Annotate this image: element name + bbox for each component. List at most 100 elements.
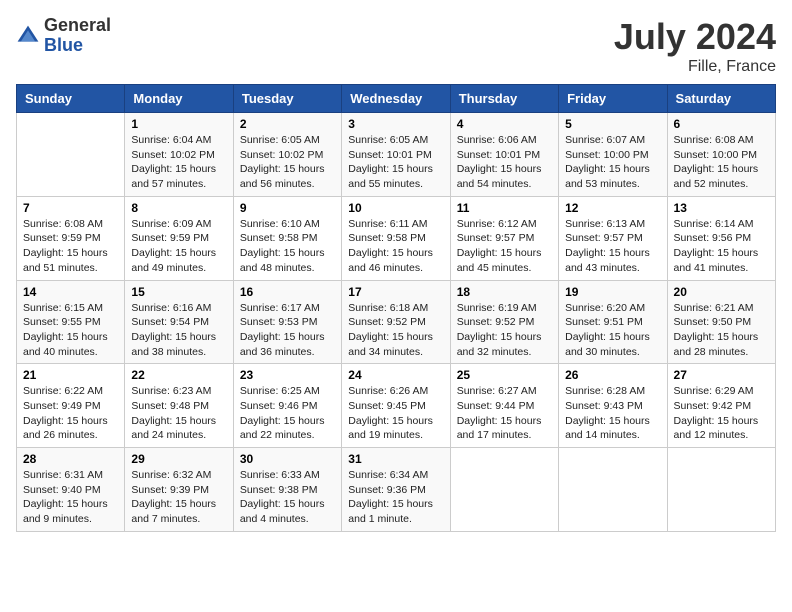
calendar-cell: 30Sunrise: 6:33 AM Sunset: 9:38 PM Dayli… <box>233 448 341 532</box>
calendar-cell: 10Sunrise: 6:11 AM Sunset: 9:58 PM Dayli… <box>342 196 450 280</box>
calendar-cell: 12Sunrise: 6:13 AM Sunset: 9:57 PM Dayli… <box>559 196 667 280</box>
day-number: 1 <box>131 117 226 131</box>
day-info: Sunrise: 6:13 AM Sunset: 9:57 PM Dayligh… <box>565 217 660 276</box>
calendar-cell: 6 Sunrise: 6:08 AM Sunset: 10:00 PM Dayli… <box>667 113 775 197</box>
calendar-cell: 16 Sunrise: 6:17 AM Sunset: 9:53 PM Dayli… <box>233 280 341 364</box>
day-info: Sunrise: 6:26 AM Sunset: 9:45 PM Dayligh… <box>348 384 443 443</box>
day-info: Sunrise: 6:32 AM Sunset: 9:39 PM Dayligh… <box>131 468 226 527</box>
day-info: Sunrise: 6:15 AM Sunset: 9:55 PM Dayligh… <box>23 301 118 360</box>
page-header: General Blue July 2024 Fille, France <box>16 16 776 76</box>
day-number: 15 <box>131 285 226 299</box>
day-number: 27 <box>674 368 769 382</box>
calendar-cell: 8 Sunrise: 6:09 AM Sunset: 9:59 PM Daylig… <box>125 196 233 280</box>
calendar-cell: 28 Sunrise: 6:31 AM Sunset: 9:40 PM Dayli… <box>17 448 125 532</box>
day-number: 29 <box>131 452 226 466</box>
calendar-cell: 19 Sunrise: 6:20 AM Sunset: 9:51 PM Dayli… <box>559 280 667 364</box>
calendar-cell: 5 Sunrise: 6:07 AM Sunset: 10:00 PM Dayli… <box>559 113 667 197</box>
day-info: Sunrise: 6:28 AM Sunset: 9:43 PM Dayligh… <box>565 384 660 443</box>
day-info: Sunrise: 6:12 AM Sunset: 9:57 PM Dayligh… <box>457 217 552 276</box>
day-number: 9 <box>240 201 335 215</box>
day-number: 5 <box>565 117 660 131</box>
day-number: 8 <box>131 201 226 215</box>
day-info: Sunrise: 6:10 AM Sunset: 9:58 PM Dayligh… <box>240 217 335 276</box>
logo-icon <box>16 24 40 48</box>
day-info: Sunrise: 6:25 AM Sunset: 9:46 PM Dayligh… <box>240 384 335 443</box>
day-info: Sunrise: 6:05 AM Sunset: 10:02 PM Daylig… <box>240 133 335 192</box>
day-info: Sunrise: 6:17 AM Sunset: 9:53 PM Dayligh… <box>240 301 335 360</box>
month-year-title: July 2024 <box>614 16 776 58</box>
calendar-cell: 4Sunrise: 6:06 AM Sunset: 10:01 PM Dayli… <box>450 113 558 197</box>
day-number: 18 <box>457 285 552 299</box>
day-info: Sunrise: 6:29 AM Sunset: 9:42 PM Dayligh… <box>674 384 769 443</box>
calendar-cell: 20 Sunrise: 6:21 AM Sunset: 9:50 PM Dayli… <box>667 280 775 364</box>
calendar-cell: 31 Sunrise: 6:34 AM Sunset: 9:36 PM Dayli… <box>342 448 450 532</box>
day-info: Sunrise: 6:31 AM Sunset: 9:40 PM Dayligh… <box>23 468 118 527</box>
day-number: 20 <box>674 285 769 299</box>
calendar-header: SundayMondayTuesdayWednesdayThursdayFrid… <box>17 85 776 113</box>
calendar-body: 1 Sunrise: 6:04 AM Sunset: 10:02 PM Dayli… <box>17 113 776 532</box>
day-number: 25 <box>457 368 552 382</box>
day-number: 13 <box>674 201 769 215</box>
day-number: 16 <box>240 285 335 299</box>
day-info: Sunrise: 6:21 AM Sunset: 9:50 PM Dayligh… <box>674 301 769 360</box>
day-info: Sunrise: 6:19 AM Sunset: 9:52 PM Dayligh… <box>457 301 552 360</box>
calendar-cell: 15 Sunrise: 6:16 AM Sunset: 9:54 PM Dayli… <box>125 280 233 364</box>
logo-blue: Blue <box>44 36 111 56</box>
day-number: 17 <box>348 285 443 299</box>
location-label: Fille, France <box>614 58 776 76</box>
calendar-cell <box>17 113 125 197</box>
calendar-week-1: 7Sunrise: 6:08 AM Sunset: 9:59 PM Daylig… <box>17 196 776 280</box>
logo: General Blue <box>16 16 111 56</box>
header-cell-tuesday: Tuesday <box>233 85 341 113</box>
day-info: Sunrise: 6:09 AM Sunset: 9:59 PM Dayligh… <box>131 217 226 276</box>
day-number: 10 <box>348 201 443 215</box>
day-number: 6 <box>674 117 769 131</box>
calendar-cell <box>559 448 667 532</box>
day-number: 30 <box>240 452 335 466</box>
calendar-cell: 13 Sunrise: 6:14 AM Sunset: 9:56 PM Dayli… <box>667 196 775 280</box>
day-number: 19 <box>565 285 660 299</box>
calendar-cell <box>450 448 558 532</box>
calendar-cell: 9 Sunrise: 6:10 AM Sunset: 9:58 PM Daylig… <box>233 196 341 280</box>
calendar-cell: 27 Sunrise: 6:29 AM Sunset: 9:42 PM Dayli… <box>667 364 775 448</box>
day-number: 31 <box>348 452 443 466</box>
day-number: 22 <box>131 368 226 382</box>
day-info: Sunrise: 6:22 AM Sunset: 9:49 PM Dayligh… <box>23 384 118 443</box>
day-info: Sunrise: 6:08 AM Sunset: 10:00 PM Daylig… <box>674 133 769 192</box>
calendar-cell: 18 Sunrise: 6:19 AM Sunset: 9:52 PM Dayli… <box>450 280 558 364</box>
day-number: 28 <box>23 452 118 466</box>
title-block: July 2024 Fille, France <box>614 16 776 76</box>
calendar-cell: 21 Sunrise: 6:22 AM Sunset: 9:49 PM Dayli… <box>17 364 125 448</box>
calendar-cell: 23Sunrise: 6:25 AM Sunset: 9:46 PM Dayli… <box>233 364 341 448</box>
header-cell-monday: Monday <box>125 85 233 113</box>
day-info: Sunrise: 6:04 AM Sunset: 10:02 PM Daylig… <box>131 133 226 192</box>
day-number: 2 <box>240 117 335 131</box>
day-number: 14 <box>23 285 118 299</box>
header-cell-friday: Friday <box>559 85 667 113</box>
calendar-cell: 1 Sunrise: 6:04 AM Sunset: 10:02 PM Dayli… <box>125 113 233 197</box>
calendar-cell: 17Sunrise: 6:18 AM Sunset: 9:52 PM Dayli… <box>342 280 450 364</box>
calendar-cell: 26 Sunrise: 6:28 AM Sunset: 9:43 PM Dayli… <box>559 364 667 448</box>
logo-general: General <box>44 16 111 36</box>
day-number: 7 <box>23 201 118 215</box>
header-cell-saturday: Saturday <box>667 85 775 113</box>
calendar-week-2: 14 Sunrise: 6:15 AM Sunset: 9:55 PM Dayli… <box>17 280 776 364</box>
header-cell-thursday: Thursday <box>450 85 558 113</box>
header-cell-sunday: Sunday <box>17 85 125 113</box>
day-number: 26 <box>565 368 660 382</box>
day-info: Sunrise: 6:16 AM Sunset: 9:54 PM Dayligh… <box>131 301 226 360</box>
day-number: 21 <box>23 368 118 382</box>
day-number: 24 <box>348 368 443 382</box>
day-info: Sunrise: 6:07 AM Sunset: 10:00 PM Daylig… <box>565 133 660 192</box>
calendar-cell: 24 Sunrise: 6:26 AM Sunset: 9:45 PM Dayli… <box>342 364 450 448</box>
header-row: SundayMondayTuesdayWednesdayThursdayFrid… <box>17 85 776 113</box>
day-info: Sunrise: 6:27 AM Sunset: 9:44 PM Dayligh… <box>457 384 552 443</box>
header-cell-wednesday: Wednesday <box>342 85 450 113</box>
calendar-cell: 29 Sunrise: 6:32 AM Sunset: 9:39 PM Dayli… <box>125 448 233 532</box>
calendar-cell: 22Sunrise: 6:23 AM Sunset: 9:48 PM Dayli… <box>125 364 233 448</box>
day-number: 4 <box>457 117 552 131</box>
day-number: 11 <box>457 201 552 215</box>
day-info: Sunrise: 6:34 AM Sunset: 9:36 PM Dayligh… <box>348 468 443 527</box>
day-info: Sunrise: 6:20 AM Sunset: 9:51 PM Dayligh… <box>565 301 660 360</box>
day-info: Sunrise: 6:14 AM Sunset: 9:56 PM Dayligh… <box>674 217 769 276</box>
